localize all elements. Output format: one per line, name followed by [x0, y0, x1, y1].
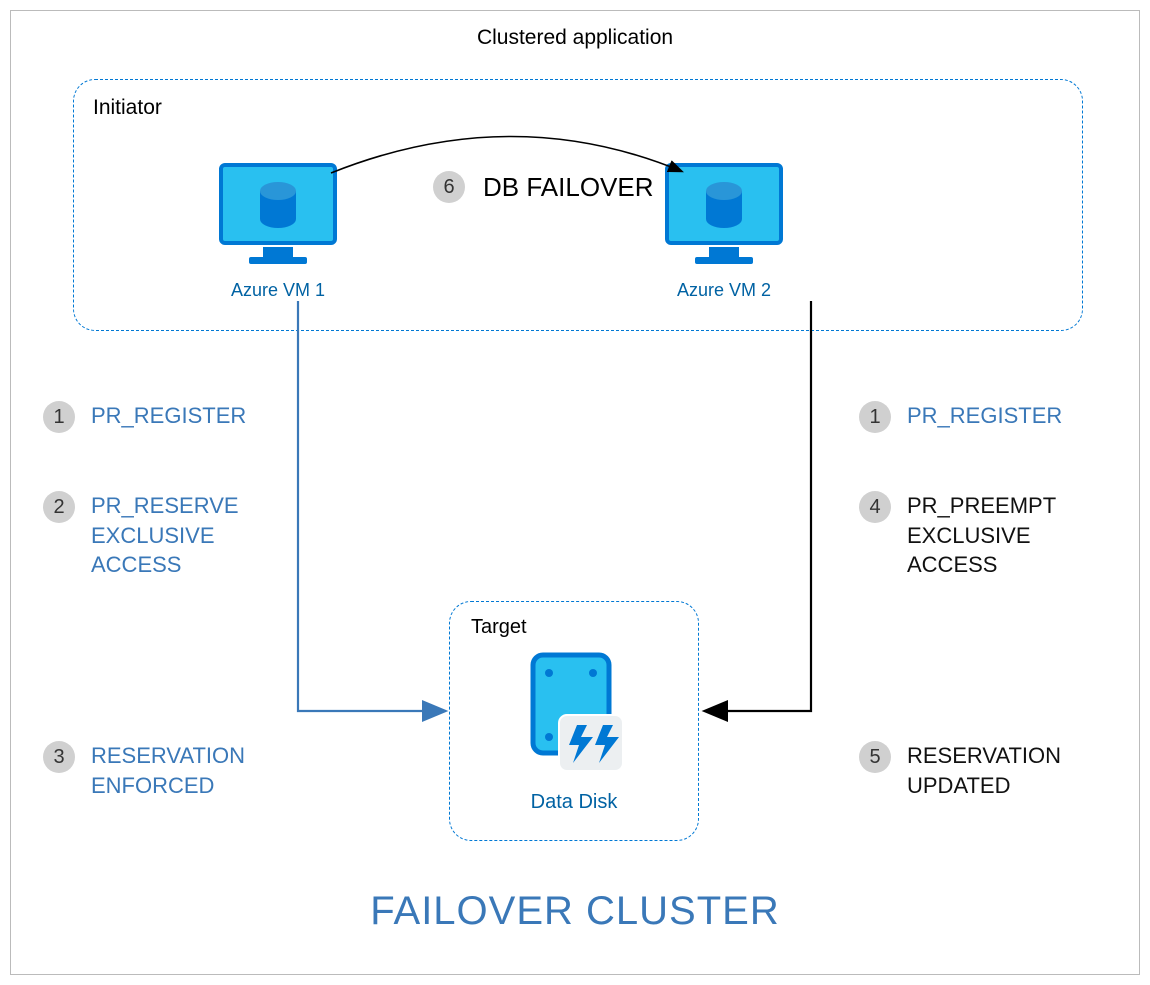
step-badge-4: 4: [859, 491, 891, 523]
step-badge-5: 5: [859, 741, 891, 773]
azure-vm-1: Azure VM 1: [213, 161, 343, 281]
step-badge-6: 6: [433, 171, 465, 203]
failover-step: 6 DB FAILOVER: [433, 171, 654, 203]
step-text: PR_RESERVE EXCLUSIVE ACCESS: [91, 491, 239, 580]
step-badge-3: 3: [43, 741, 75, 773]
failover-label: DB FAILOVER: [483, 172, 654, 203]
diagram-title: Clustered application: [11, 26, 1139, 50]
step-2-left: 2 PR_RESERVE EXCLUSIVE ACCESS: [43, 491, 239, 580]
step-text: PR_REGISTER: [91, 401, 246, 431]
target-label: Target: [471, 616, 527, 639]
step-text: RESERVATION UPDATED: [907, 741, 1061, 800]
step-text: PR_REGISTER: [907, 401, 1062, 431]
step-text: PR_PREEMPT EXCLUSIVE ACCESS: [907, 491, 1056, 580]
initiator-label: Initiator: [93, 96, 162, 120]
azure-vm-2: Azure VM 2: [659, 161, 789, 281]
step-badge-1: 1: [43, 401, 75, 433]
step-1-left: 1 PR_REGISTER: [43, 401, 246, 433]
step-1-right: 1 PR_REGISTER: [859, 401, 1062, 433]
diagram-container: Clustered application Initiator Azure VM…: [10, 10, 1140, 975]
vm1-label: Azure VM 1: [213, 280, 343, 301]
step-5-right: 5 RESERVATION UPDATED: [859, 741, 1061, 800]
vm-monitor-icon: [213, 161, 343, 271]
step-3-left: 3 RESERVATION ENFORCED: [43, 741, 245, 800]
vm2-label: Azure VM 2: [659, 280, 789, 301]
vm-monitor-icon: [659, 161, 789, 271]
step-badge-1r: 1: [859, 401, 891, 433]
step-badge-2: 2: [43, 491, 75, 523]
step-text: RESERVATION ENFORCED: [91, 741, 245, 800]
step-4-right: 4 PR_PREEMPT EXCLUSIVE ACCESS: [859, 491, 1056, 580]
footer-title: FAILOVER CLUSTER: [11, 889, 1139, 934]
disk-label: Data Disk: [449, 791, 699, 814]
data-disk: [521, 651, 631, 781]
disk-icon: [521, 651, 631, 781]
